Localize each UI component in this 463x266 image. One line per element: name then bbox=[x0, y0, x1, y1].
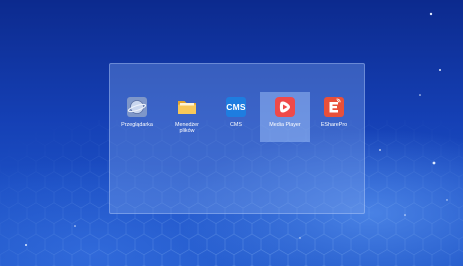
app-launcher-panel: Przeglądarka Menedżer plików CMS CMS Med… bbox=[109, 63, 365, 214]
app-tile-menedzer-plikow[interactable]: Menedżer plików bbox=[162, 92, 212, 142]
browser-planet-icon bbox=[127, 97, 147, 117]
folder-icon bbox=[178, 101, 196, 114]
cms-icon: CMS bbox=[226, 97, 246, 117]
app-tile-przegladarka[interactable]: Przeglądarka bbox=[112, 92, 162, 142]
app-label: ESharePro bbox=[320, 122, 348, 128]
app-tile-media-player[interactable]: Media Player bbox=[260, 92, 310, 142]
media-player-icon bbox=[275, 97, 295, 117]
app-tile-esharepro[interactable]: ESharePro bbox=[309, 92, 359, 142]
app-tile-cms[interactable]: CMS CMS bbox=[211, 92, 261, 142]
eshare-pro-icon bbox=[324, 97, 344, 117]
